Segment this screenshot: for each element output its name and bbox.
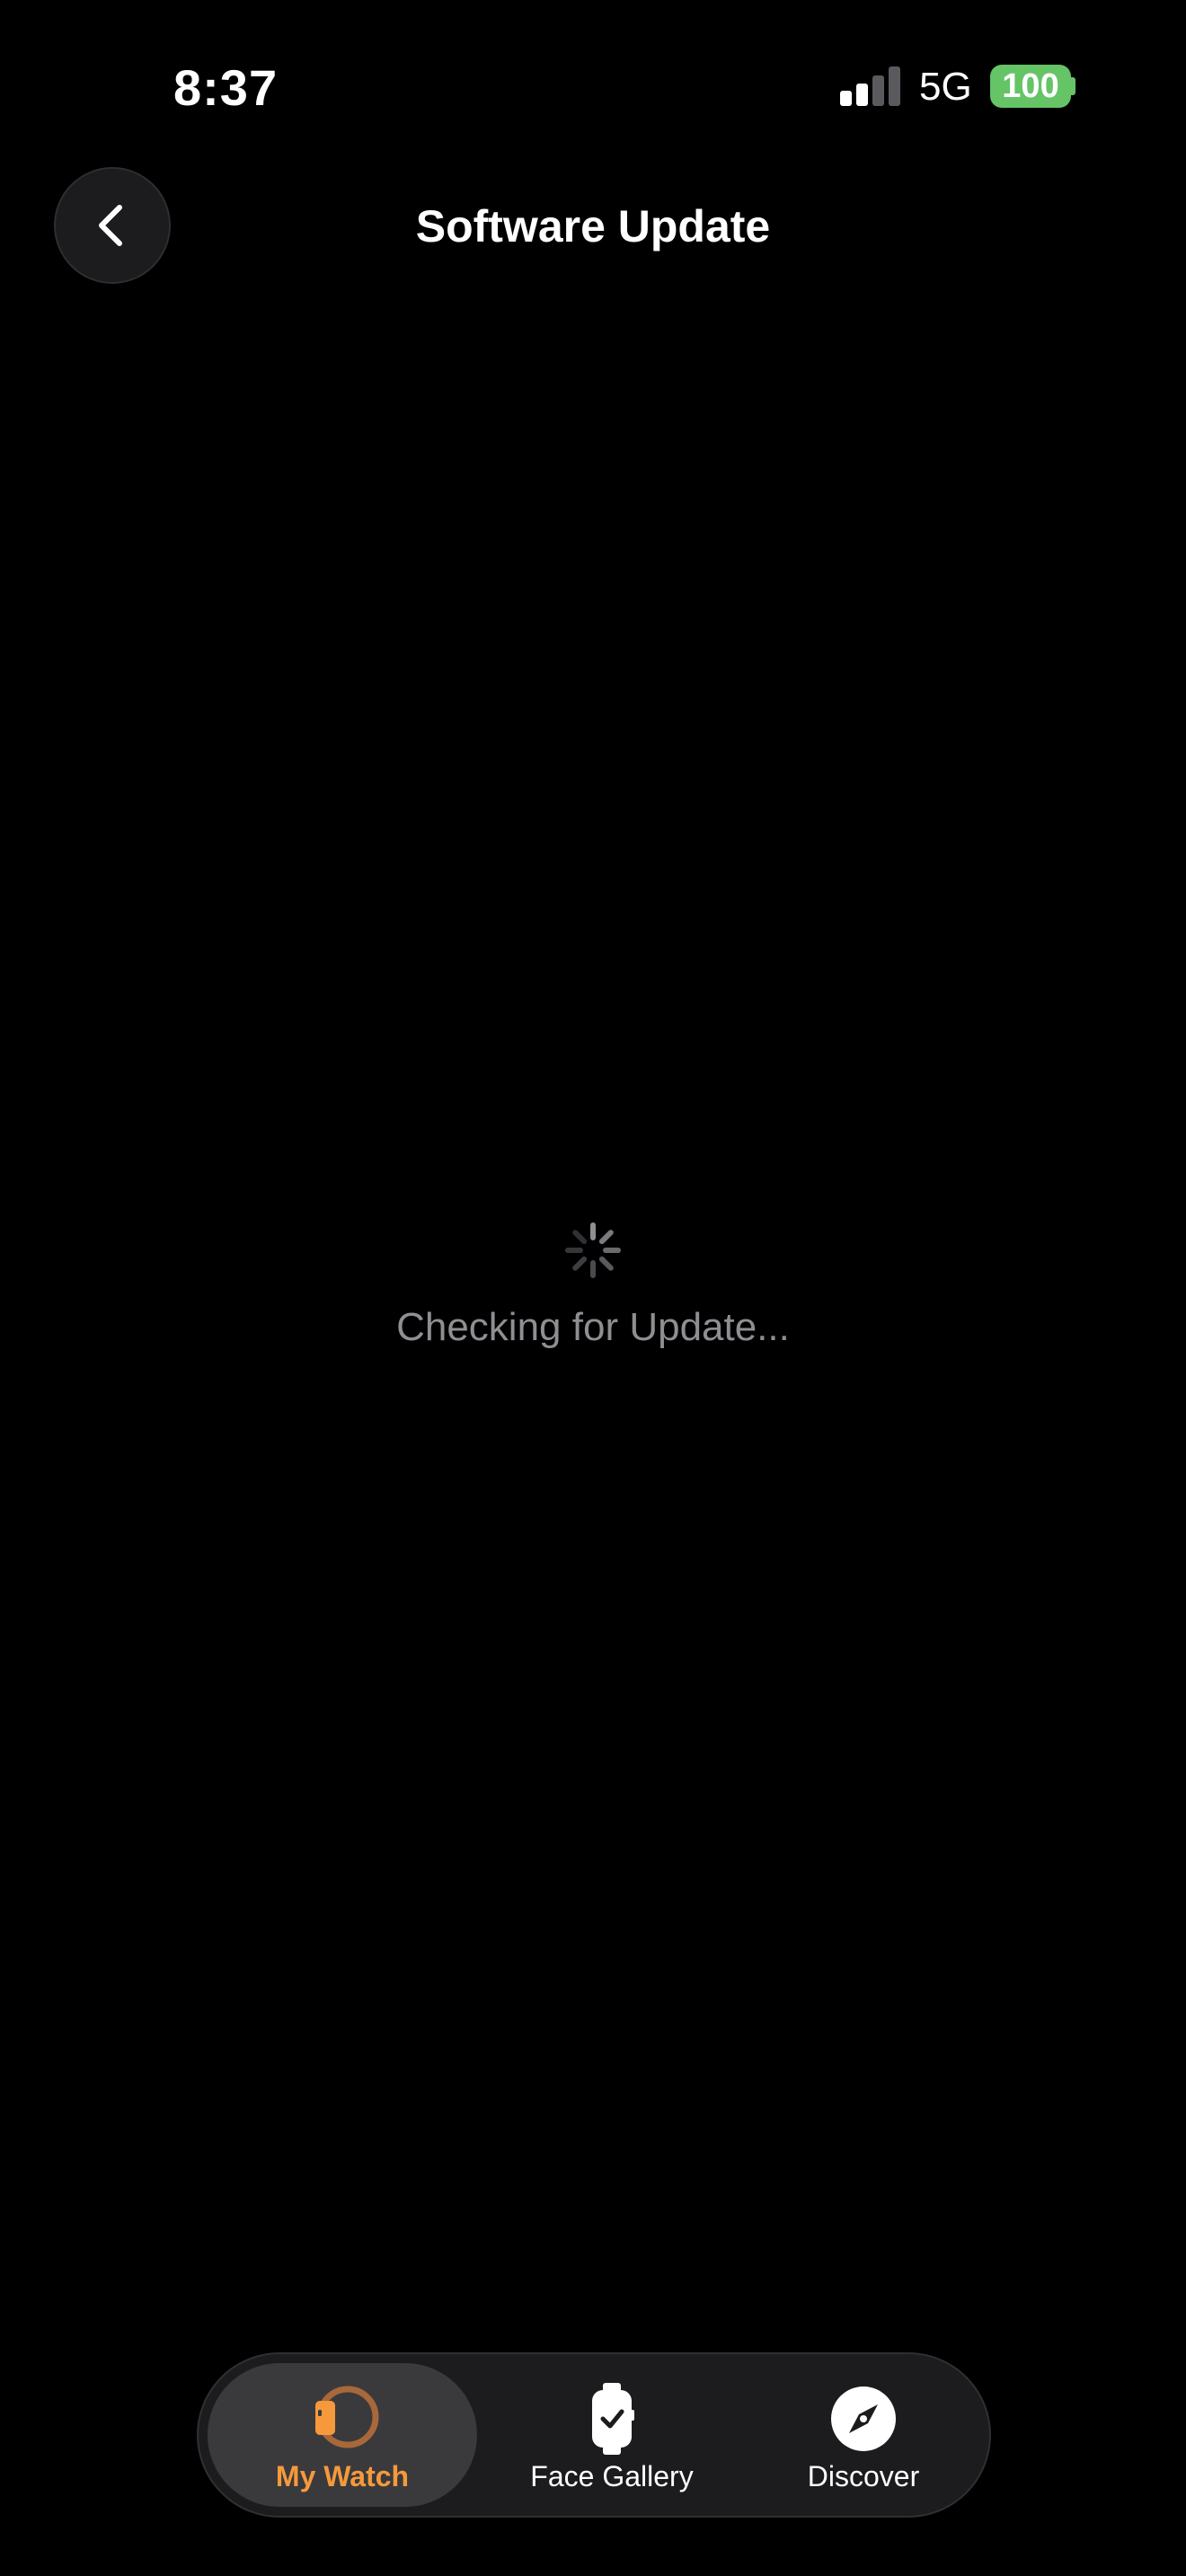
loading-status-text: Checking for Update... [396,1305,790,1349]
tab-my-watch[interactable]: My Watch [208,2363,477,2507]
watch-face-icon [592,2383,634,2455]
chevron-left-icon [99,205,122,246]
watch-icon [315,2386,379,2448]
compass-icon [831,2386,896,2451]
tab-discover[interactable]: Discover [738,2354,989,2516]
page-title: Software Update [415,201,771,251]
tab-face-gallery-label: Face Gallery [530,2460,694,2492]
back-button[interactable] [54,167,171,284]
cellular-signal-icon [840,66,901,106]
battery-indicator: 100 [990,65,1071,108]
tab-my-watch-label: My Watch [275,2460,410,2492]
status-time: 8:37 [173,59,279,116]
activity-spinner-icon [565,1222,621,1278]
tab-bar: My Watch Face Gallery Discover [197,2352,991,2518]
network-type: 5G [919,65,972,109]
tab-face-gallery[interactable]: Face Gallery [486,2354,738,2516]
battery-tip [1071,77,1075,95]
tab-discover-label: Discover [807,2460,920,2492]
